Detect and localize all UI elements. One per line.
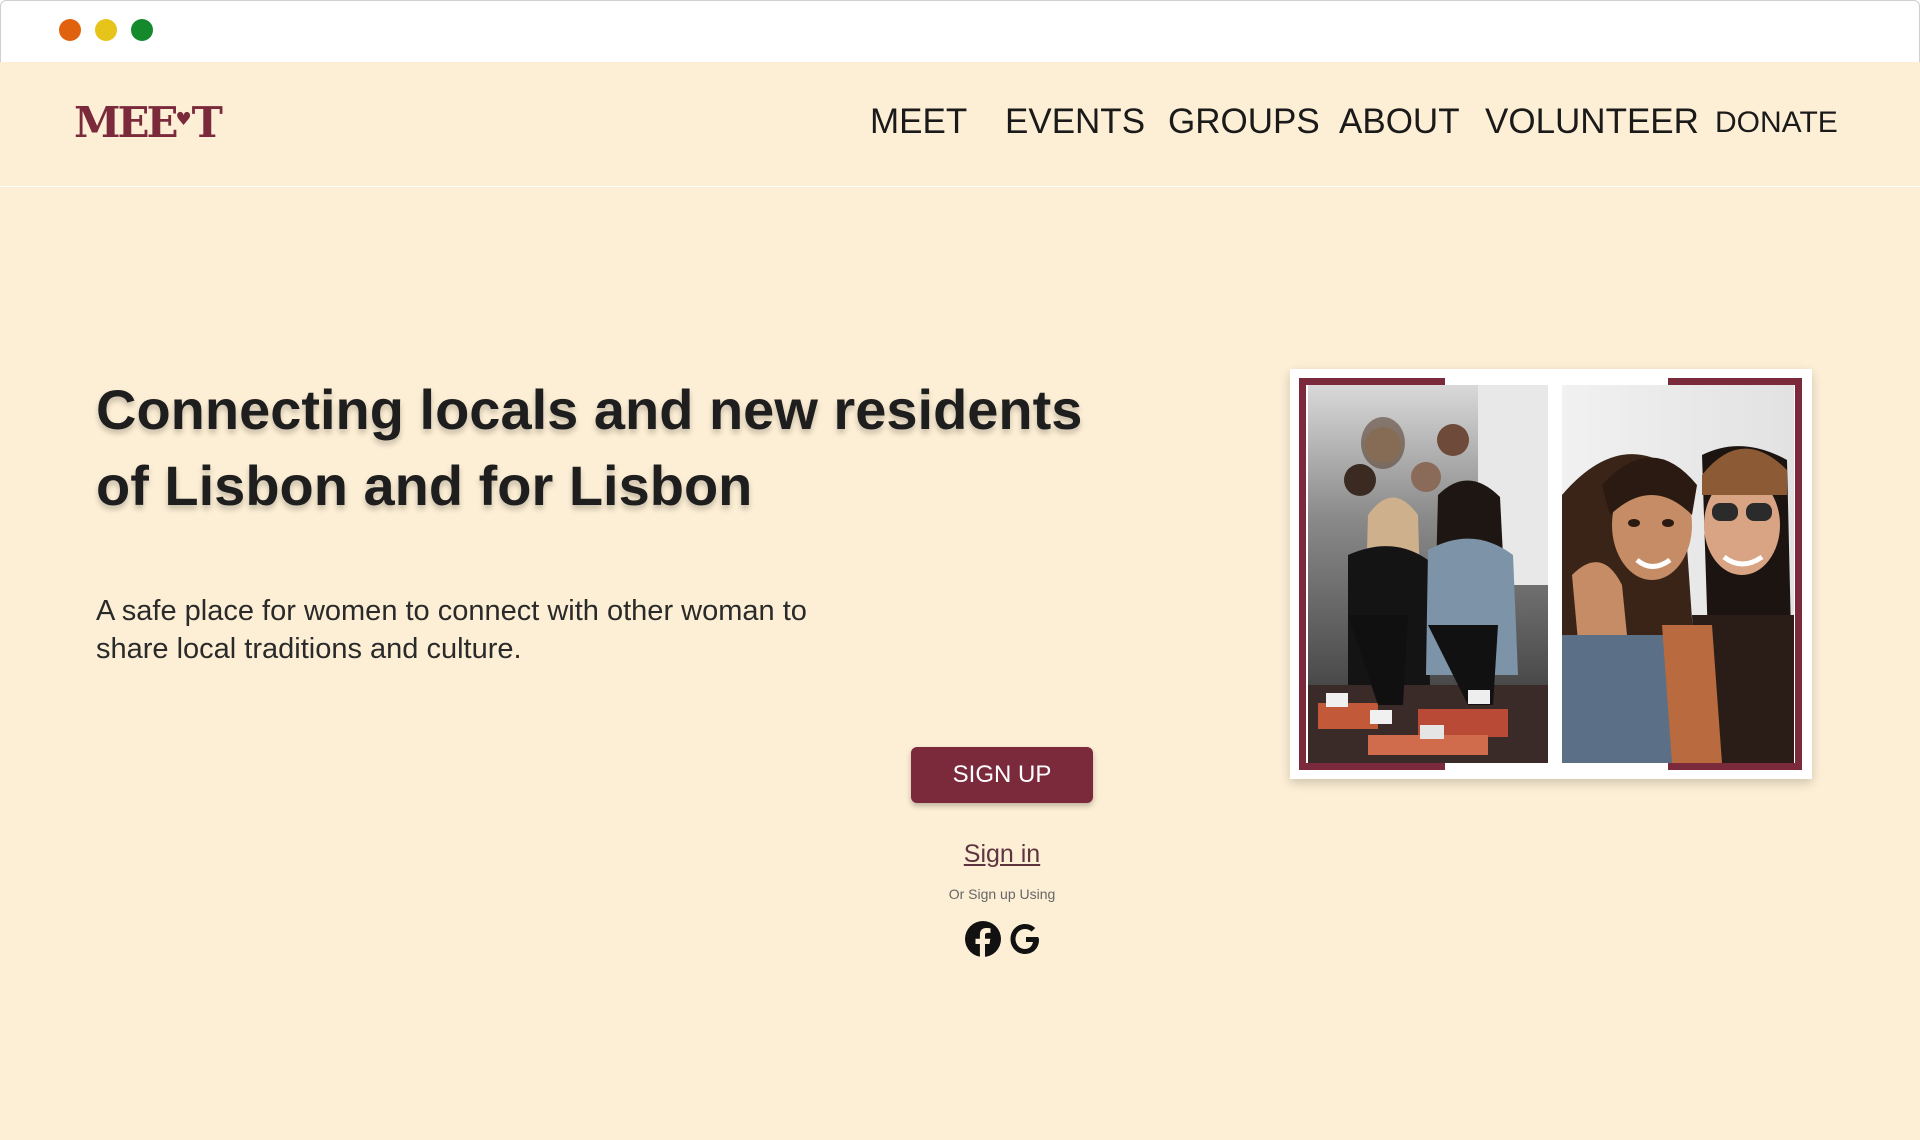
- nav-item-events[interactable]: EVENTS: [1005, 102, 1145, 142]
- sign-up-button[interactable]: SIGN UP: [911, 747, 1093, 803]
- sign-in-link[interactable]: Sign in: [911, 840, 1093, 869]
- logo-text-right: T: [191, 98, 223, 147]
- nav-item-donate[interactable]: DONATE: [1715, 106, 1838, 140]
- close-window-button[interactable]: [59, 19, 81, 41]
- nav-item-about[interactable]: ABOUT: [1339, 102, 1460, 142]
- or-sign-up-using-text: Or Sign up Using: [948, 886, 1056, 902]
- page-content: MEE♥T MEET EVENTS GROUPS ABOUT VOLUNTEER…: [0, 62, 1920, 1140]
- minimize-window-button[interactable]: [95, 19, 117, 41]
- navbar: MEE♥T MEET EVENTS GROUPS ABOUT VOLUNTEER…: [0, 62, 1920, 187]
- nav-item-groups[interactable]: GROUPS: [1168, 102, 1320, 142]
- group-photo: [1308, 385, 1548, 763]
- browser-titlebar: [0, 0, 1920, 62]
- hero-subtitle: A safe place for women to connect with o…: [96, 592, 896, 668]
- photo-card: [1290, 369, 1812, 779]
- nav-item-meet[interactable]: MEET: [870, 102, 967, 142]
- hero-headline-line2: of Lisbon and for Lisbon: [96, 454, 753, 517]
- nav-item-volunteer[interactable]: VOLUNTEER: [1485, 102, 1699, 142]
- google-icon[interactable]: [1006, 920, 1044, 958]
- logo-text-left: MEE: [74, 98, 179, 147]
- heart-icon: ♥: [175, 109, 192, 130]
- facebook-icon[interactable]: [964, 920, 1002, 958]
- friends-photo: [1562, 385, 1794, 763]
- hero-headline: Connecting locals and new residents of L…: [96, 372, 1096, 524]
- maximize-window-button[interactable]: [131, 19, 153, 41]
- hero-headline-line1: Connecting locals and new residents: [96, 378, 1083, 441]
- hero-subtitle-line2: share local traditions and culture.: [96, 633, 522, 665]
- hero-subtitle-line1: A safe place for women to connect with o…: [96, 595, 807, 627]
- logo[interactable]: MEE♥T: [74, 98, 223, 147]
